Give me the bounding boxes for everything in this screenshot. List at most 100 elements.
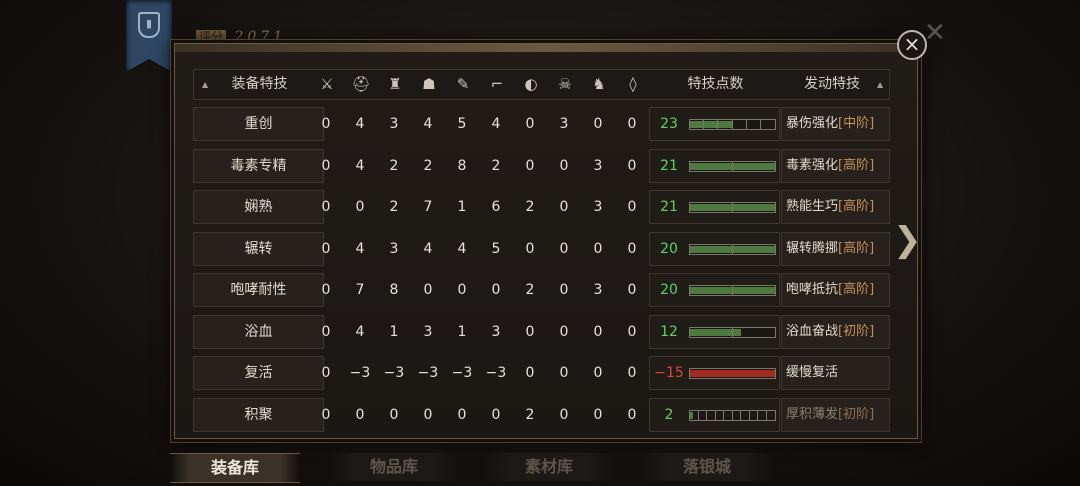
progress-divider [690, 120, 761, 129]
trigger-name: 暴伤强化 [786, 116, 839, 131]
sort-caret-icon[interactable]: ▲ [877, 70, 883, 99]
slot-value: 4 [423, 116, 433, 132]
points-progress-bar [689, 410, 776, 421]
trigger-tier: [高阶] [838, 282, 875, 297]
points-progress-bar [689, 119, 776, 130]
slot-value: 2 [389, 199, 399, 215]
ring-icon: ◐ [524, 75, 538, 93]
progress-fill [690, 370, 775, 377]
bottom-tab-bar: 装备库 物品库 素材库 落银城 [166, 447, 926, 485]
slot-value: 0 [321, 407, 331, 423]
header-trigger: 发动特技 [804, 76, 860, 92]
slot-value: 7 [355, 282, 365, 298]
slot-value: 0 [321, 365, 331, 381]
slot-value: 5 [457, 116, 467, 132]
slot-value: 0 [559, 365, 569, 381]
slot-value: 3 [593, 199, 603, 215]
slot-value: 0 [423, 282, 433, 298]
slot-value: 2 [525, 282, 535, 298]
tab-1[interactable]: 装备库 [170, 453, 300, 483]
skill-row[interactable]: 辗转 0 4 3 4 4 5 0 0 0 0 20 辗转腾挪[高阶] [193, 232, 890, 266]
trigger-skill[interactable]: 辗转腾挪[高阶] [781, 232, 890, 266]
sword-icon: ⚔ [320, 75, 334, 93]
trigger-skill[interactable]: 暴伤强化[中阶] [781, 107, 890, 141]
slot-value: 8 [389, 282, 399, 298]
slot-value: 8 [457, 158, 467, 174]
skill-row[interactable]: 娴熟 0 0 2 7 1 6 2 0 3 0 21 熟能生巧[高阶] [193, 190, 890, 224]
skill-name: 浴血 [193, 315, 324, 349]
skill-row[interactable]: 浴血 0 4 1 3 1 3 0 0 0 0 12 浴血奋战[初阶] [193, 315, 890, 349]
points-cell: 23 [649, 107, 780, 141]
skill-row[interactable]: 重创 0 4 3 4 5 4 0 3 0 0 23 暴伤强化[中阶] [193, 107, 890, 141]
skill-points: 20 [660, 241, 678, 257]
slot-value: 0 [593, 407, 603, 423]
skill-row[interactable]: 复活 0 −3 −3 −3 −3 −3 0 0 0 0 −15 缓慢复活 [193, 356, 890, 390]
skill-points: −15 [654, 365, 684, 381]
slot-value: 0 [525, 241, 535, 257]
shoulder-icon: ☗ [422, 75, 436, 93]
table-header: ▲ 装备特技 特技点数 发动特技 ▲ ⚔ ⛑ ♜ ☗ ✎ ⌐ ◐ ☠ ♞ ◊ [193, 69, 890, 100]
slot-value: 0 [559, 199, 569, 215]
points-progress-bar [689, 244, 776, 255]
slot-value: 7 [423, 199, 433, 215]
trigger-skill[interactable]: 熟能生巧[高阶] [781, 190, 890, 224]
tab-3[interactable]: 素材库 [484, 453, 614, 481]
slot-value: 0 [627, 241, 637, 257]
boots-icon: ⌐ [490, 75, 504, 93]
slot-value: 2 [525, 199, 535, 215]
trigger-skill[interactable]: 缓慢复活 [781, 356, 890, 390]
skill-name: 咆哮耐性 [193, 273, 324, 307]
slot-value: 1 [457, 199, 467, 215]
slot-value: 4 [423, 241, 433, 257]
skill-points: 2 [664, 407, 674, 423]
slot-value: 2 [423, 158, 433, 174]
skill-row[interactable]: 毒素专精 0 4 2 2 8 2 0 0 3 0 21 毒素强化[高阶] [193, 149, 890, 183]
progress-divider [690, 245, 733, 254]
skill-row[interactable]: 咆哮耐性 0 7 8 0 0 0 2 0 3 0 20 咆哮抵抗[高阶] [193, 273, 890, 307]
next-page-chevron-icon[interactable]: ❯ [893, 222, 922, 258]
slot-value: 0 [525, 365, 535, 381]
slot-value: 0 [355, 407, 365, 423]
slot-value: 0 [559, 407, 569, 423]
chest-armor-icon: ♜ [388, 75, 402, 93]
trigger-name: 咆哮抵抗 [786, 282, 839, 297]
slot-value: −3 [485, 365, 507, 381]
slot-value: 0 [627, 116, 637, 132]
skill-points: 21 [660, 199, 678, 215]
guild-banner[interactable]: ▮ [126, 0, 172, 72]
horse-icon: ♞ [592, 75, 606, 93]
points-cell: 21 [649, 190, 780, 224]
slot-value: 0 [491, 282, 501, 298]
trigger-skill[interactable]: 咆哮抵抗[高阶] [781, 273, 890, 307]
points-cell: 12 [649, 315, 780, 349]
points-cell: 21 [649, 149, 780, 183]
trigger-skill[interactable]: 浴血奋战[初阶] [781, 315, 890, 349]
slot-value: 3 [389, 116, 399, 132]
score-label: 评分 [196, 30, 227, 44]
slot-value: 0 [627, 199, 637, 215]
slot-value: 0 [627, 158, 637, 174]
slot-value: 0 [593, 116, 603, 132]
slot-value: 0 [593, 324, 603, 340]
tab-4[interactable]: 落银城 [642, 453, 772, 481]
slot-value: 1 [389, 324, 399, 340]
progress-divider [690, 328, 733, 337]
trigger-tier: [高阶] [838, 158, 875, 173]
trigger-skill[interactable]: 毒素强化[高阶] [781, 149, 890, 183]
trigger-tier: [初阶] [838, 324, 875, 339]
slot-value: 0 [559, 282, 569, 298]
slot-value: 0 [559, 324, 569, 340]
close-button[interactable]: × [897, 30, 927, 60]
slot-value: 4 [355, 158, 365, 174]
slot-value: 0 [321, 324, 331, 340]
slot-value: 0 [423, 407, 433, 423]
header-skill[interactable]: 装备特技 [194, 70, 325, 99]
points-progress-bar [689, 368, 776, 379]
skill-row[interactable]: 积聚 0 0 0 0 0 0 2 0 0 0 2 厚积薄发[初阶] [193, 398, 890, 432]
trigger-name: 浴血奋战 [786, 324, 839, 339]
slot-value: 5 [491, 241, 501, 257]
trigger-name: 厚积薄发 [786, 407, 839, 422]
tab-2[interactable]: 物品库 [329, 453, 459, 481]
slot-value: −3 [349, 365, 371, 381]
trigger-skill[interactable]: 厚积薄发[初阶] [781, 398, 890, 432]
